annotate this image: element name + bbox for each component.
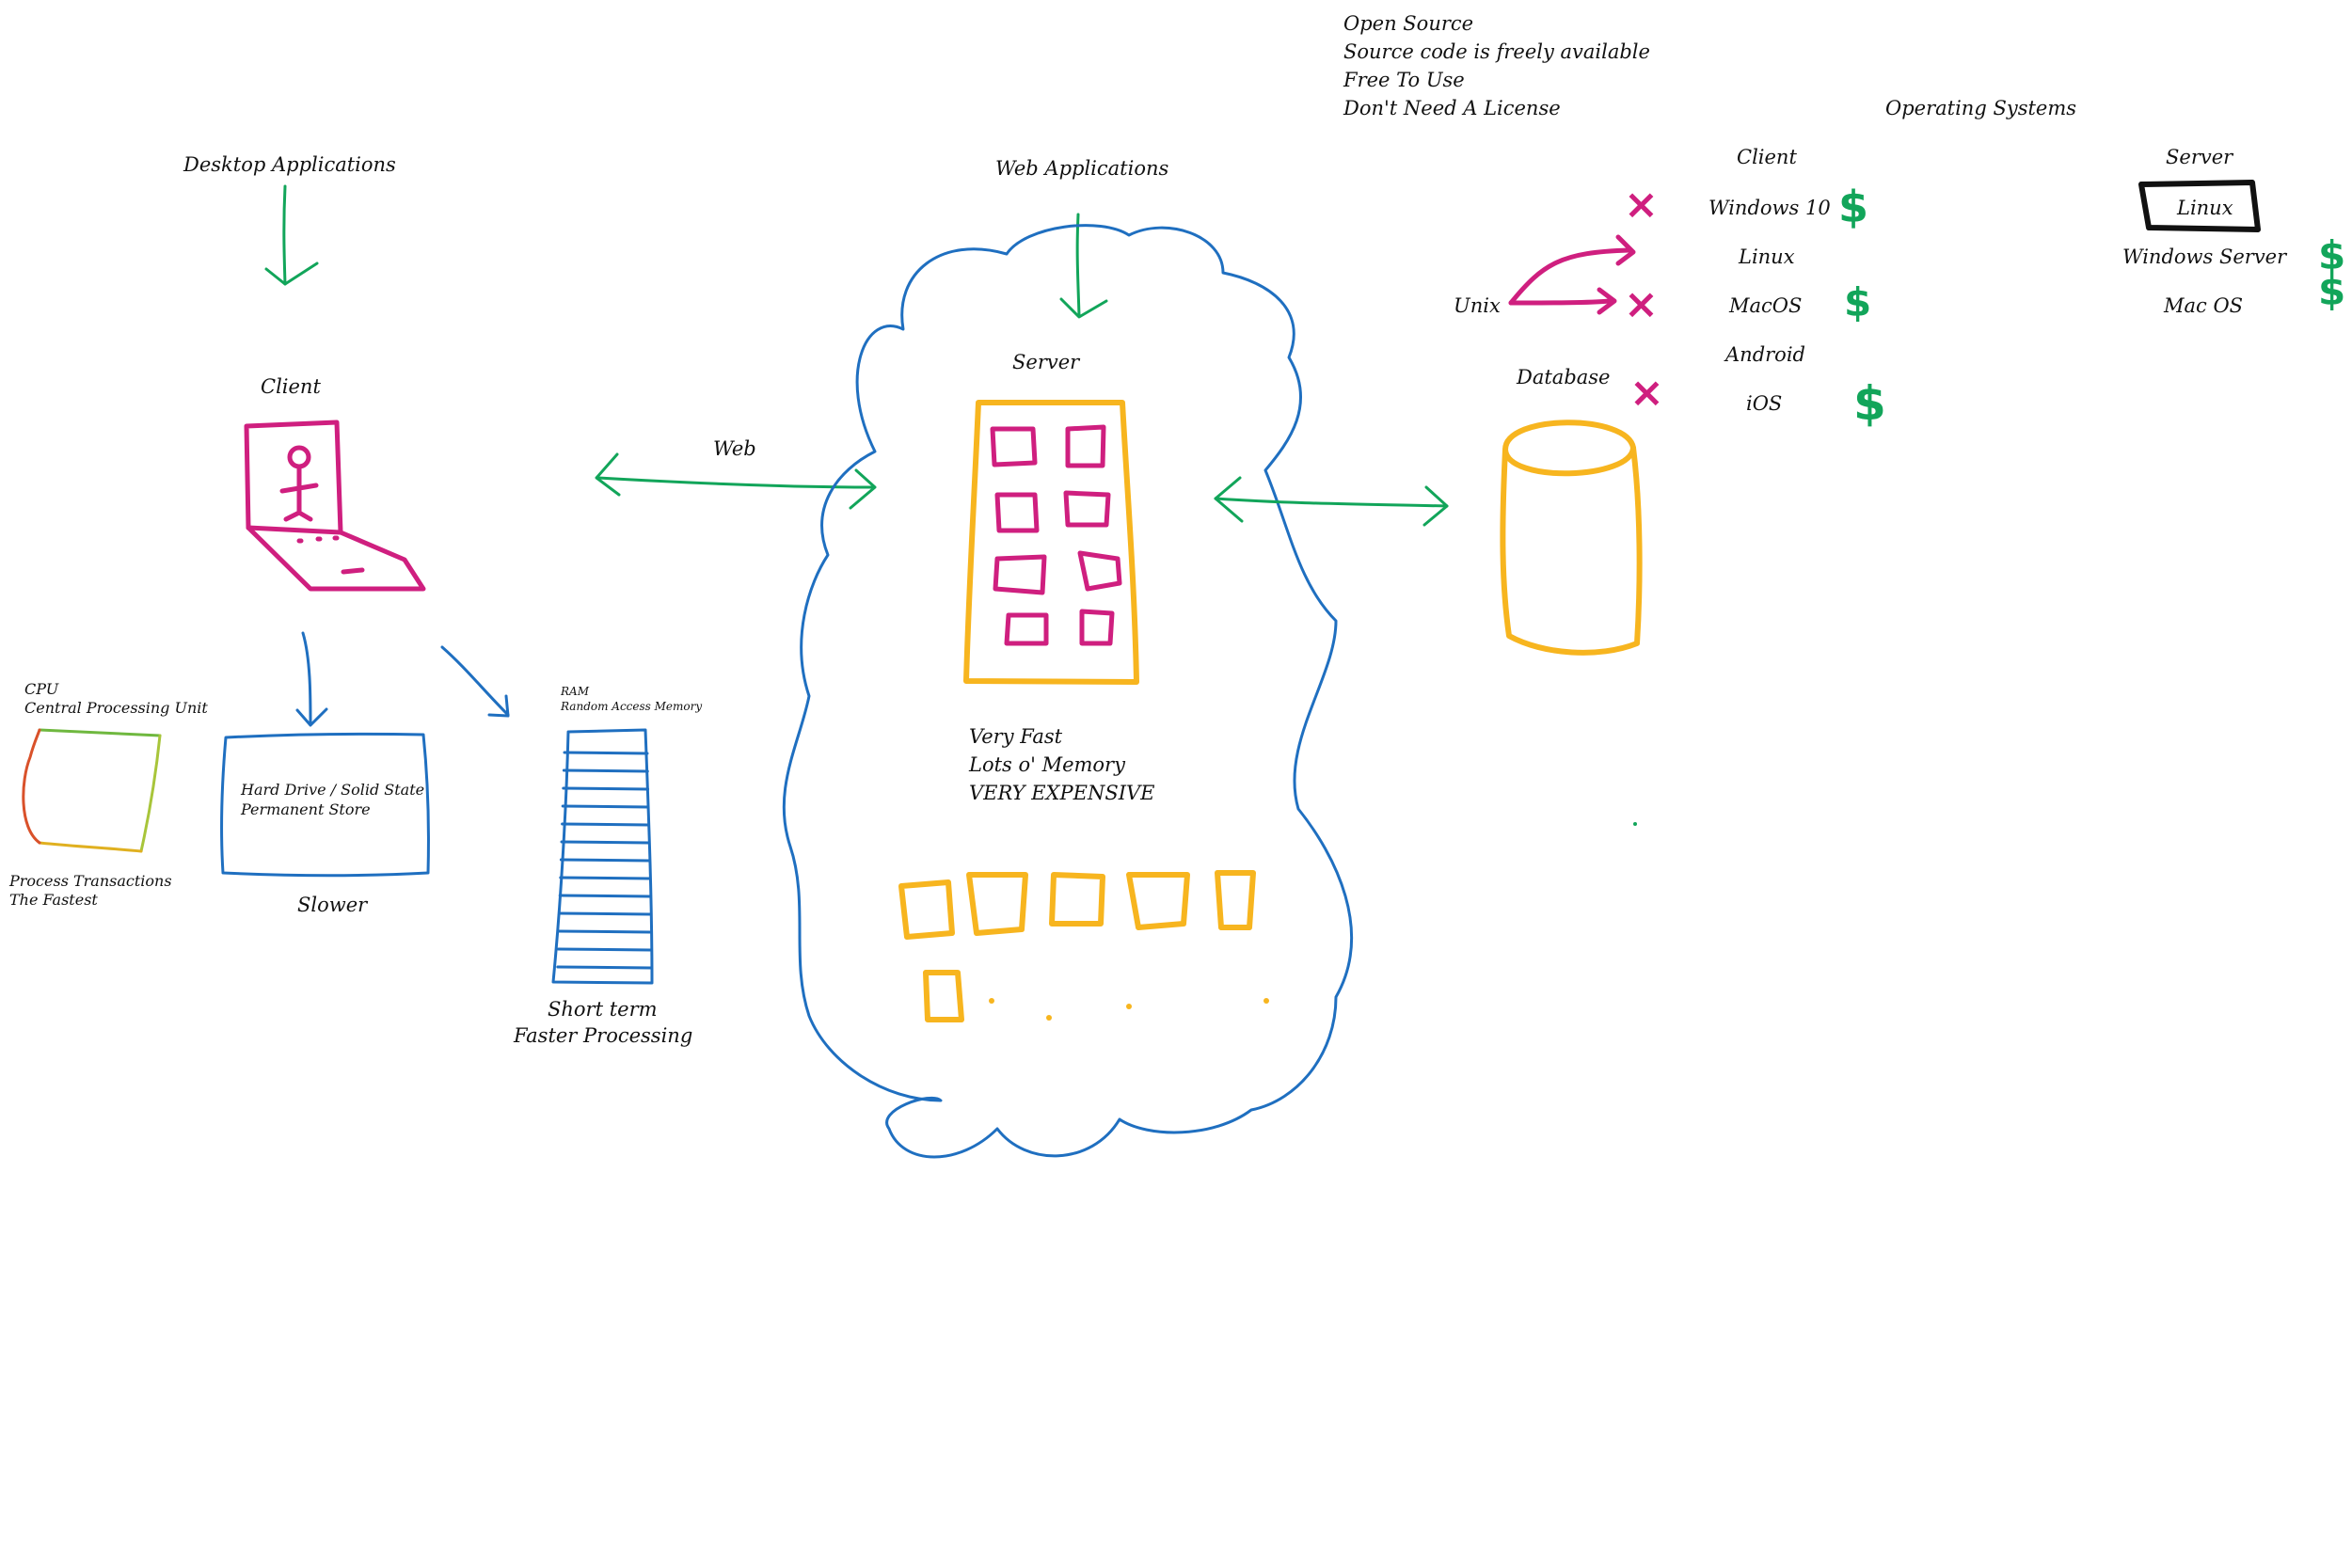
ram-rung — [562, 786, 650, 791]
desktop-applications-label: Desktop Applications — [183, 153, 396, 176]
open-source-line-3: Free To Use — [1343, 69, 1465, 91]
server-os-macos: Mac OS — [2163, 294, 2243, 317]
ram-rung — [562, 768, 649, 773]
ram-note-1: Short term — [548, 998, 658, 1021]
web-applications-label: Web Applications — [995, 157, 1169, 180]
cpu-label: CPU — [24, 680, 59, 698]
slower-label: Slower — [297, 894, 369, 916]
down-arrow-web — [1059, 213, 1108, 319]
cost-marker-windows: $ — [1838, 182, 1868, 232]
server-note-2: Lots o' Memory — [968, 753, 1126, 776]
cost-marker-ios: $ — [1853, 376, 1886, 431]
ram-rung — [560, 840, 650, 845]
os-client-header: Client — [1737, 146, 1797, 168]
cost-marker-server-2: $ — [2318, 268, 2345, 314]
unix-marker-macos: × — [1624, 280, 1659, 328]
stray-dot — [1633, 822, 1637, 826]
cost-marker-macos: $ — [1844, 279, 1871, 325]
ram-rung — [561, 822, 650, 827]
whiteboard-diagram: Desktop Applications Client CPU Central … — [8, 12, 2345, 1159]
open-source-line-4: Don't Need A License — [1343, 97, 1561, 119]
server-note-3: VERY EXPENSIVE — [969, 782, 1155, 804]
down-arrow-desktop — [264, 184, 319, 286]
cpu-note-2: The Fastest — [9, 891, 98, 909]
ram-rung — [559, 858, 651, 863]
os-server-header: Server — [2166, 146, 2234, 168]
laptop-icon — [244, 420, 426, 592]
cpu-fullname: Central Processing Unit — [24, 699, 208, 717]
web-arrow — [595, 452, 877, 510]
os-title: Operating Systems — [1885, 97, 2076, 119]
harddrive-sublabel: Permanent Store — [240, 800, 371, 818]
ram-stick — [551, 728, 654, 985]
client-os-android: Android — [1724, 343, 1805, 366]
arrow-to-ram — [440, 645, 510, 718]
cpu-note-1: Process Transactions — [8, 872, 172, 890]
web-label: Web — [713, 437, 756, 460]
ram-rung — [563, 751, 649, 755]
server-fleet — [898, 870, 1269, 1022]
unix-arrows — [1508, 234, 1636, 315]
server-label: Server — [1012, 351, 1081, 373]
database-label: Database — [1516, 366, 1610, 388]
ram-label: RAM — [560, 685, 590, 698]
client-os-ios: iOS — [1746, 392, 1782, 415]
server-os-linux: Linux — [2176, 197, 2233, 219]
harddrive-label: Hard Drive / Solid State — [240, 781, 424, 799]
ram-rung — [559, 876, 651, 880]
database-icon — [1500, 420, 1643, 656]
cpu-icon — [22, 728, 162, 853]
server-note-1: Very Fast — [969, 725, 1063, 748]
arrow-to-harddrive — [295, 631, 328, 727]
client-os-linux: Linux — [1738, 245, 1795, 268]
server-os-windows: Windows Server — [2122, 245, 2288, 268]
open-source-line-1: Open Source — [1343, 12, 1473, 35]
ram-rung — [556, 965, 653, 970]
ram-rung — [557, 929, 652, 934]
unix-marker-database: × — [1629, 369, 1664, 417]
client-label: Client — [261, 375, 321, 398]
ram-rung — [558, 894, 651, 898]
unix-label: Unix — [1454, 294, 1501, 317]
ram-rung — [561, 804, 650, 809]
ram-rung — [556, 947, 652, 952]
ram-rung — [558, 911, 652, 916]
server-database-arrow — [1214, 476, 1449, 527]
open-source-line-2: Source code is freely available — [1343, 40, 1650, 63]
client-os-macos: MacOS — [1728, 294, 1802, 317]
client-os-windows: Windows 10 — [1708, 197, 1831, 219]
unix-marker-windows: × — [1624, 181, 1659, 229]
ram-fullname: Random Access Memory — [560, 700, 702, 713]
server-slots — [990, 424, 1122, 646]
ram-note-2: Faster Processing — [513, 1024, 692, 1047]
